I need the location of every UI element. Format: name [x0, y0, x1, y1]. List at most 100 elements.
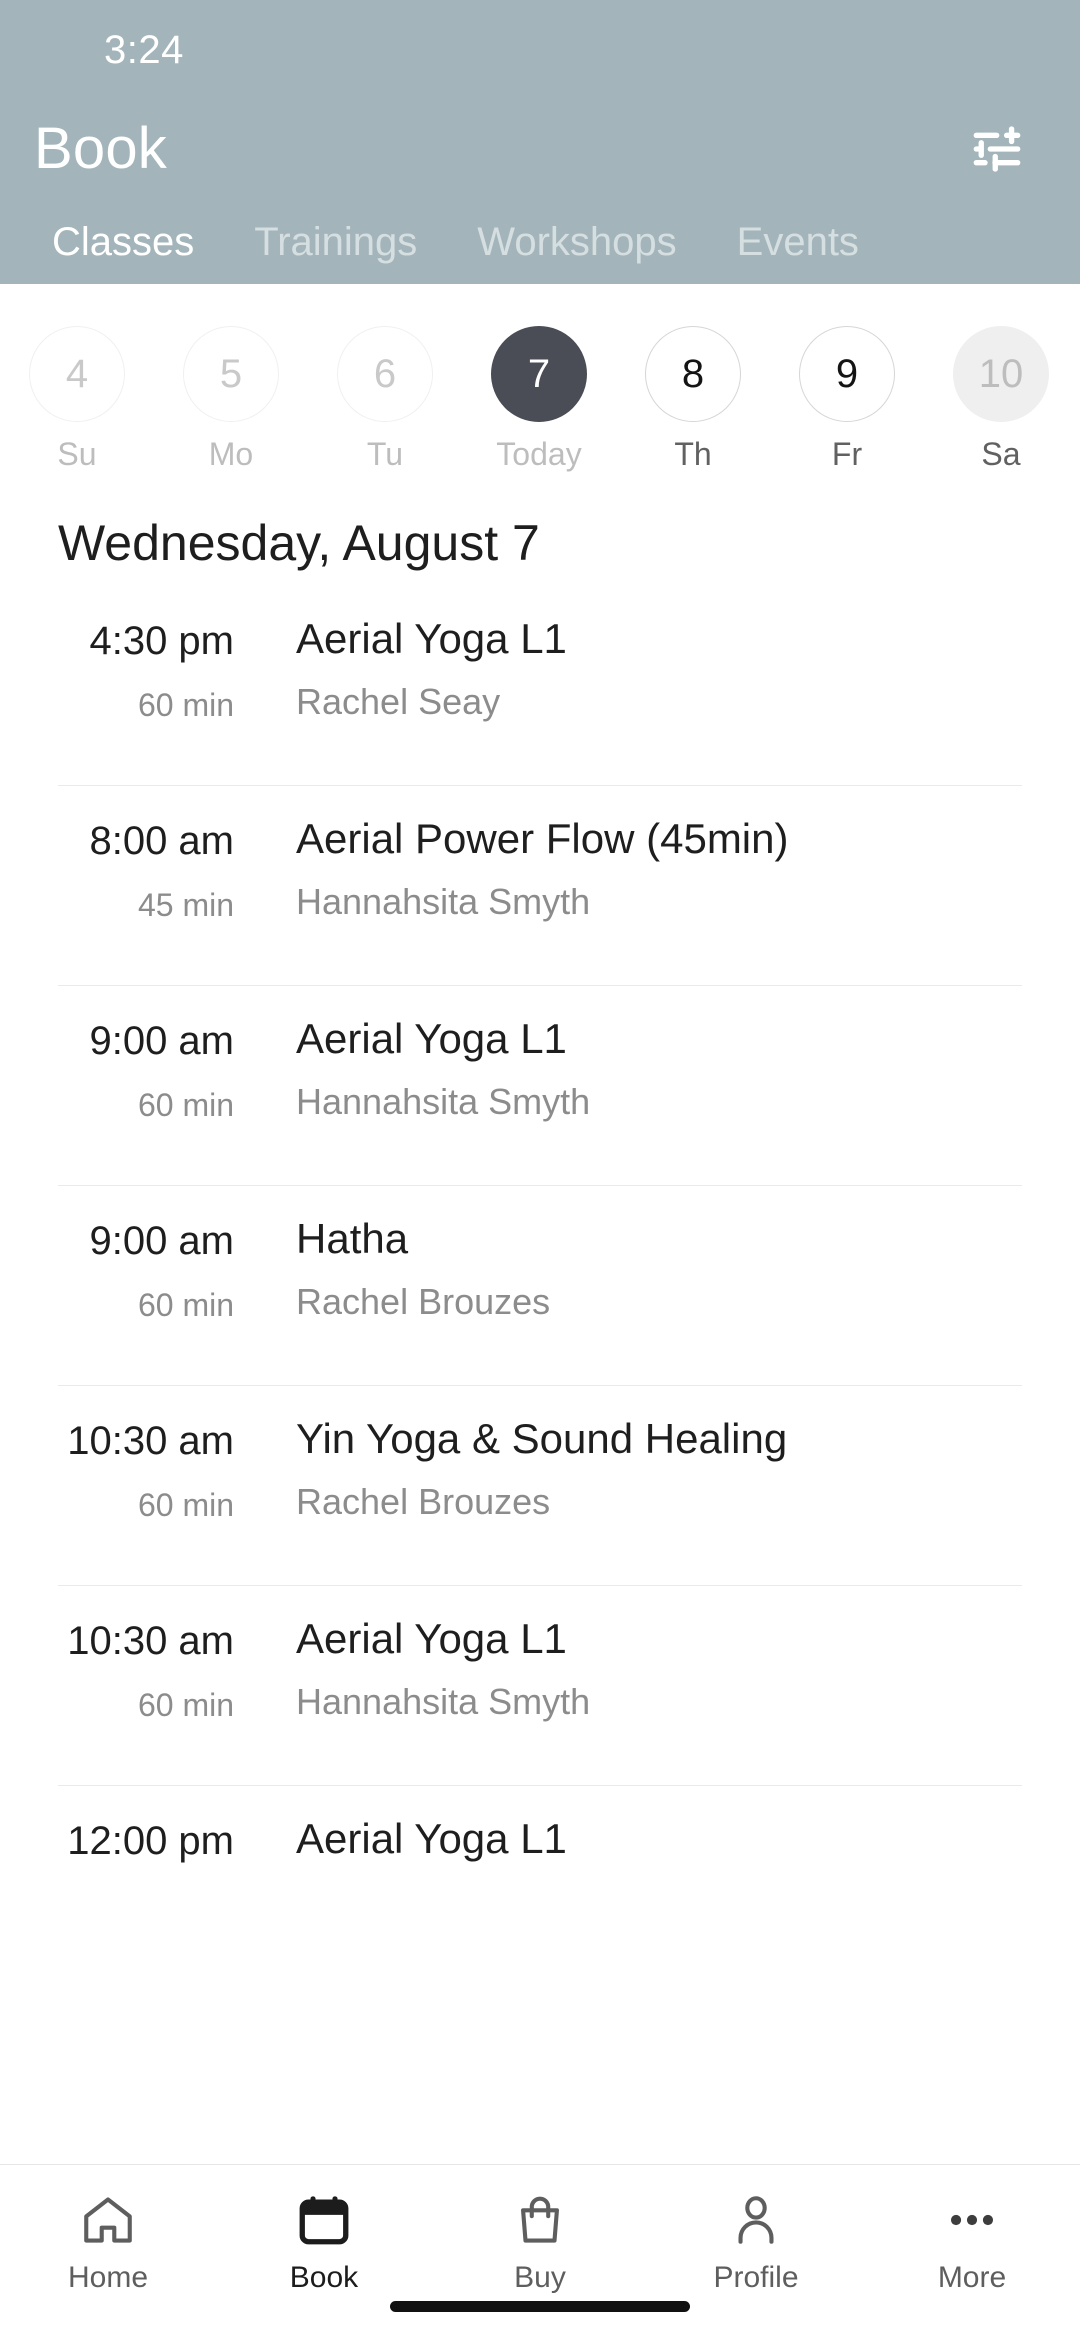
class-duration: 45 min [137, 887, 234, 923]
date-cell-8[interactable]: 8 Th [616, 326, 770, 470]
date-weekday: Fr [831, 436, 863, 472]
page-title: Book [34, 116, 167, 181]
class-time: 10:30 am [67, 1619, 234, 1663]
date-weekday: Sa [981, 436, 1021, 472]
class-name: Aerial Yoga L1 [296, 1015, 567, 1062]
house-icon [79, 2187, 137, 2253]
day-heading: Wednesday, August 7 [58, 515, 540, 571]
class-name: Yin Yoga & Sound Healing [296, 1415, 788, 1462]
date-cell-4[interactable]: 4 Su [0, 326, 154, 470]
row-time-block: 10:30 am 60 min [58, 1612, 248, 1728]
shopping-bag-icon [511, 2187, 569, 2253]
date-number: 8 [645, 326, 741, 422]
bottom-navigation-bar: Home Book Buy Profile More [0, 2164, 1080, 2340]
date-cell-5[interactable]: 5 Mo [154, 326, 308, 470]
class-time: 10:30 am [67, 1419, 234, 1463]
date-cell-6[interactable]: 6 Tu [308, 326, 462, 470]
title-row: Book [0, 96, 1080, 202]
header: 3:24 Book Classes Trainings Workshops Ev… [0, 0, 1080, 284]
nav-item-home[interactable]: Home [0, 2187, 216, 2293]
status-bar-clock: 3:24 [104, 28, 184, 72]
date-number: 10 [953, 326, 1049, 422]
row-time-block: 12:00 pm [58, 1812, 248, 1882]
class-teacher: Rachel Brouzes [296, 1280, 551, 1322]
class-name: Hatha [296, 1215, 409, 1262]
date-number: 5 [183, 326, 279, 422]
row-info-block: Aerial Power Flow (45min) Hannahsita Smy… [248, 812, 1022, 925]
table-row[interactable]: 4:30 pm 60 min Aerial Yoga L1 Rachel Sea… [58, 586, 1022, 786]
nav-label: Profile [713, 2261, 799, 2294]
date-number: 4 [29, 326, 125, 422]
table-row[interactable]: 12:00 pm Aerial Yoga L1 [58, 1786, 1022, 1986]
date-weekday: Tu [366, 436, 404, 472]
class-schedule-list: 4:30 pm 60 min Aerial Yoga L1 Rachel Sea… [0, 586, 1080, 2164]
nav-label: Buy [514, 2261, 566, 2294]
row-info-block: Aerial Yoga L1 [248, 1812, 1022, 1879]
class-teacher: Hannahsita Smyth [296, 1680, 591, 1722]
class-time: 12:00 pm [67, 1819, 234, 1863]
class-teacher: Hannahsita Smyth [296, 880, 591, 922]
class-name: Aerial Power Flow (45min) [296, 815, 789, 862]
date-weekday: Su [57, 436, 97, 472]
category-tabs: Classes Trainings Workshops Events [0, 202, 1080, 284]
row-info-block: Hatha Rachel Brouzes [248, 1212, 1022, 1325]
date-cell-7-today-selected[interactable]: 7 Today [462, 326, 616, 470]
row-time-block: 9:00 am 60 min [58, 1012, 248, 1128]
table-row[interactable]: 10:30 am 60 min Yin Yoga & Sound Healing… [58, 1386, 1022, 1586]
nav-label: Book [289, 2261, 359, 2294]
class-duration: 60 min [137, 1287, 234, 1323]
calendar-icon [295, 2187, 353, 2253]
class-time: 4:30 pm [89, 619, 234, 663]
date-weekday: Mo [208, 436, 254, 472]
table-row[interactable]: 9:00 am 60 min Aerial Yoga L1 Hannahsita… [58, 986, 1022, 1186]
tab-workshops[interactable]: Workshops [447, 222, 706, 284]
class-duration: 60 min [137, 1087, 234, 1123]
table-row[interactable]: 9:00 am 60 min Hatha Rachel Brouzes [58, 1186, 1022, 1386]
class-teacher: Hannahsita Smyth [296, 1080, 591, 1122]
table-row[interactable]: 10:30 am 60 min Aerial Yoga L1 Hannahsit… [58, 1586, 1022, 1786]
nav-label: Home [67, 2261, 149, 2294]
tab-events[interactable]: Events [707, 222, 889, 284]
class-time: 9:00 am [89, 1019, 234, 1063]
row-info-block: Aerial Yoga L1 Hannahsita Smyth [248, 1612, 1022, 1725]
row-info-block: Aerial Yoga L1 Hannahsita Smyth [248, 1012, 1022, 1125]
table-row[interactable]: 8:00 am 45 min Aerial Power Flow (45min)… [58, 786, 1022, 986]
row-time-block: 9:00 am 60 min [58, 1212, 248, 1328]
nav-item-more[interactable]: More [864, 2187, 1080, 2293]
nav-item-profile[interactable]: Profile [648, 2187, 864, 2293]
class-duration: 60 min [137, 1687, 234, 1723]
row-time-block: 10:30 am 60 min [58, 1412, 248, 1528]
app-screen: 3:24 Book Classes Trainings Workshops Ev… [0, 0, 1080, 2340]
person-icon [727, 2187, 785, 2253]
ellipsis-icon [943, 2187, 1001, 2253]
row-time-block: 8:00 am 45 min [58, 812, 248, 928]
date-cell-10[interactable]: 10 Sa [924, 326, 1078, 470]
date-number: 7 [491, 326, 587, 422]
nav-label: More [937, 2261, 1007, 2294]
date-weekday: Today [496, 436, 582, 472]
nav-item-book[interactable]: Book [216, 2187, 432, 2293]
class-duration: 60 min [137, 1487, 234, 1523]
date-weekday: Th [674, 436, 712, 472]
status-bar: 3:24 [0, 0, 1080, 96]
date-cell-9[interactable]: 9 Fr [770, 326, 924, 470]
filter-sliders-icon[interactable] [962, 114, 1032, 184]
class-name: Aerial Yoga L1 [296, 1815, 567, 1862]
tab-classes[interactable]: Classes [22, 222, 224, 284]
row-info-block: Aerial Yoga L1 Rachel Seay [248, 612, 1022, 725]
row-info-block: Yin Yoga & Sound Healing Rachel Brouzes [248, 1412, 1022, 1525]
home-indicator [390, 2301, 690, 2312]
date-number: 6 [337, 326, 433, 422]
class-time: 9:00 am [89, 1219, 234, 1263]
class-duration: 60 min [137, 687, 234, 723]
row-time-block: 4:30 pm 60 min [58, 612, 248, 728]
class-teacher: Rachel Brouzes [296, 1480, 551, 1522]
nav-item-buy[interactable]: Buy [432, 2187, 648, 2293]
date-strip[interactable]: 4 Su 5 Mo 6 Tu 7 Today 8 Th 9 Fr 10 Sa [0, 284, 1080, 484]
class-teacher: Rachel Seay [296, 680, 501, 722]
tab-trainings[interactable]: Trainings [224, 222, 447, 284]
class-time: 8:00 am [89, 819, 234, 863]
date-number: 9 [799, 326, 895, 422]
class-name: Aerial Yoga L1 [296, 1615, 567, 1662]
class-name: Aerial Yoga L1 [296, 615, 567, 662]
